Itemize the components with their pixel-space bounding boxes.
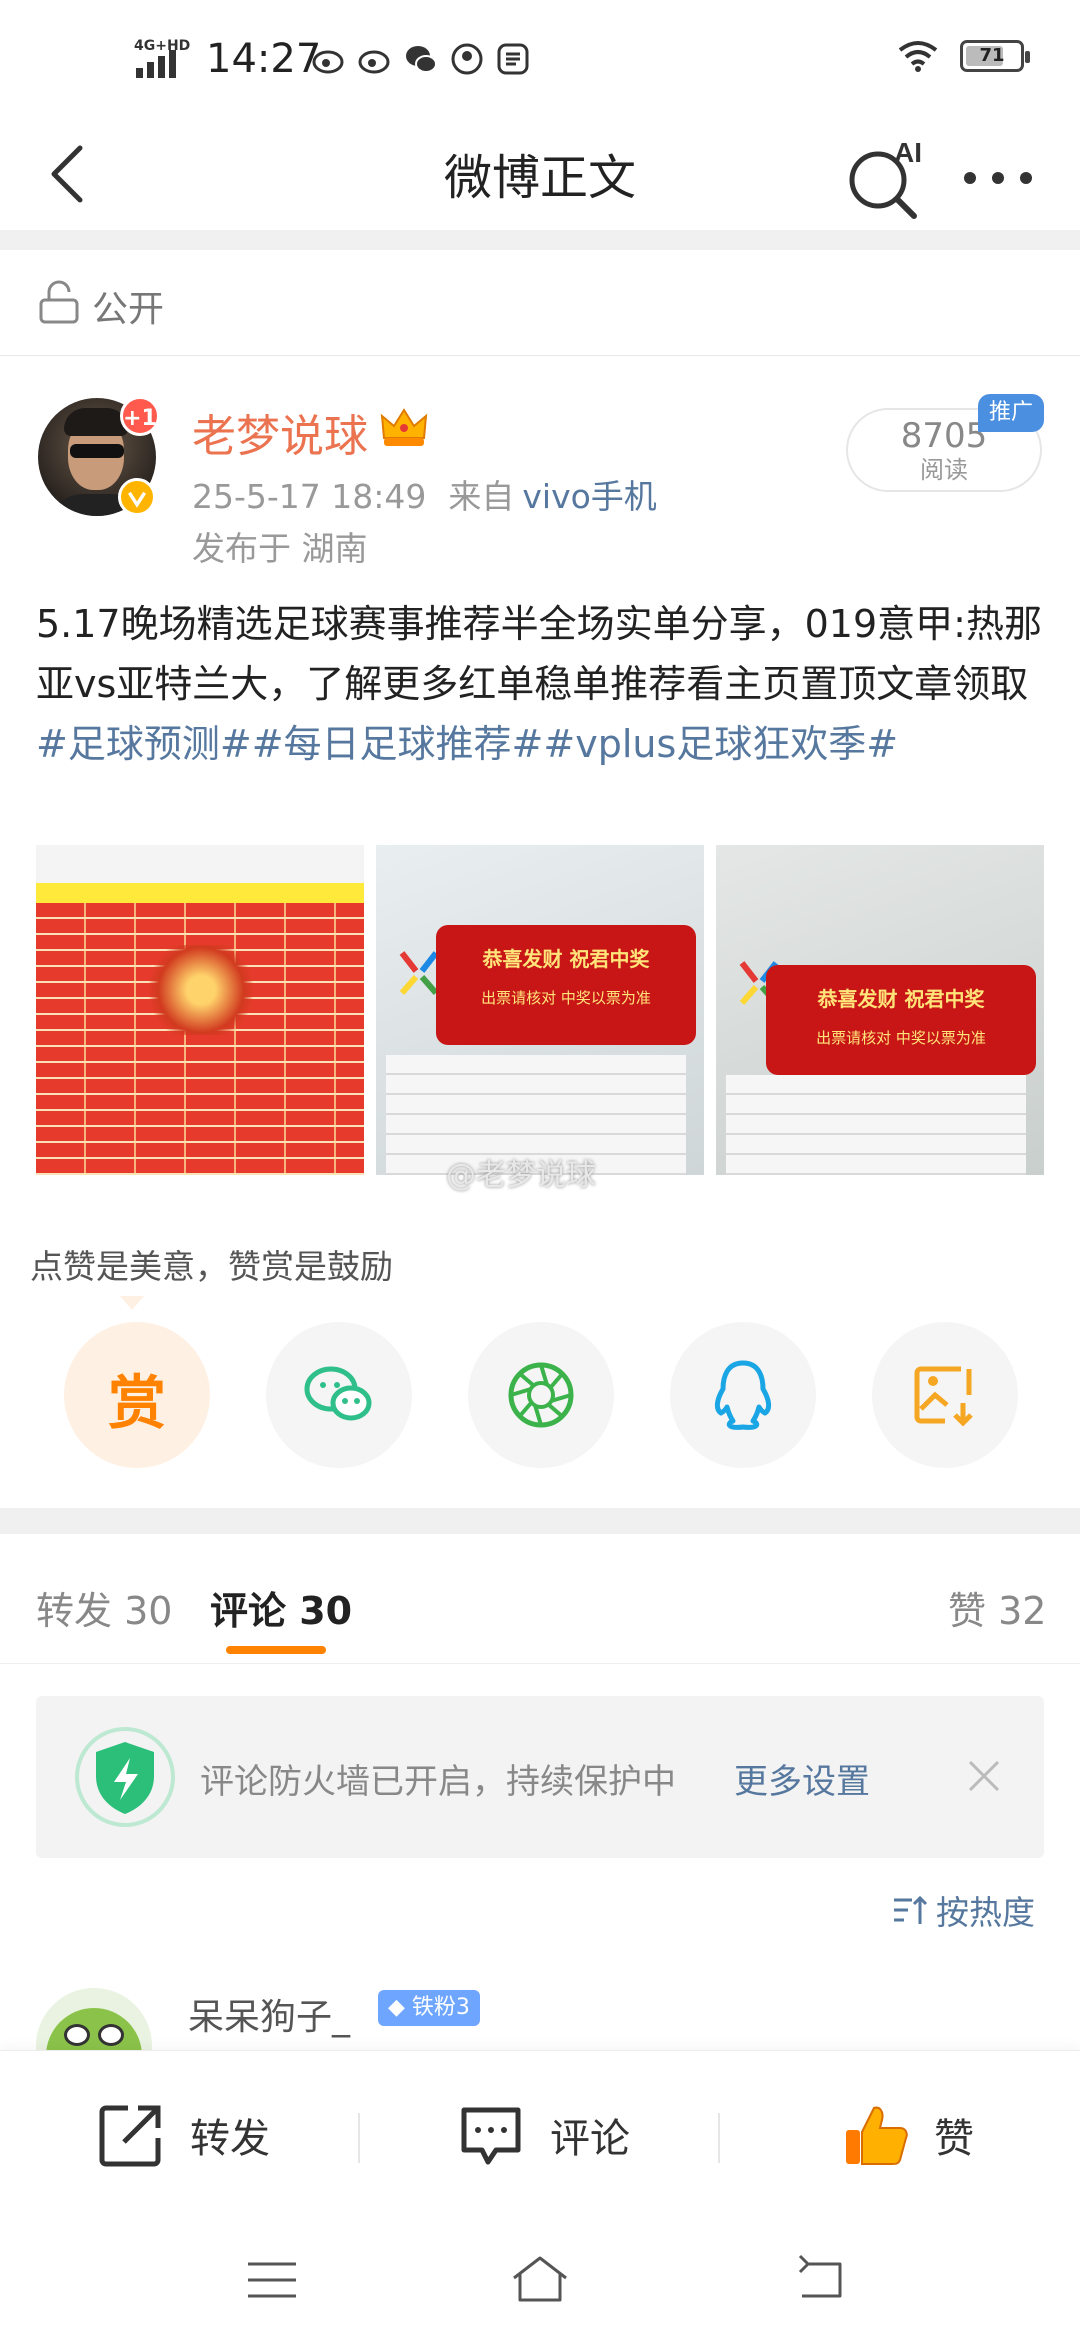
section-divider xyxy=(0,1508,1080,1534)
section-divider xyxy=(0,230,1080,250)
visibility-label: 公开 xyxy=(92,289,165,330)
sort-by-hot-button[interactable]: 按热度 xyxy=(890,1886,1035,1934)
unlock-icon xyxy=(39,280,79,324)
follow-count-badge: +1 xyxy=(120,396,160,436)
visibility-row: 公开 xyxy=(0,250,1080,356)
recent-apps-icon[interactable] xyxy=(242,2250,302,2310)
more-options-icon[interactable] xyxy=(956,148,1040,208)
firewall-text: 评论防火墙已开启，持续保护中 xyxy=(200,1762,676,1802)
ticket-line2: 出票请核对 中奖以票为准 xyxy=(481,989,651,1007)
ai-label: AI xyxy=(894,137,922,168)
author-name[interactable]: 老梦说球 xyxy=(192,400,368,464)
post-image-2[interactable]: 恭喜发财 祝君中奖 出票请核对 中奖以票为准 xyxy=(376,845,704,1175)
system-back-icon[interactable] xyxy=(790,2250,850,2310)
sort-icon xyxy=(894,1895,928,1924)
share-actions: 赏 xyxy=(0,1322,1080,1468)
weibo-notification-icon xyxy=(312,42,346,76)
post-text: 5.17晚场精选足球赛事推荐半全场实单分享，019意甲:热那亚vs亚特兰大，了解… xyxy=(36,602,1042,706)
top-nav-bar: 微博正文 AI xyxy=(0,118,1080,230)
source-prefix: 来自 xyxy=(448,477,515,516)
bottom-action-bar: 转发 评论 赞 xyxy=(0,2050,1080,2220)
moments-icon xyxy=(508,1362,574,1428)
post-timestamp: 25-5-17 18:49 xyxy=(192,477,427,516)
app-notification-icon xyxy=(496,42,530,76)
ticket-line1: 恭喜发财 祝君中奖 xyxy=(817,987,985,1011)
reward-prompt: 点赞是美意，赞赏是鼓励 xyxy=(30,1247,393,1286)
ai-search-icon[interactable]: AI xyxy=(840,130,930,220)
ticket-banner: 恭喜发财 祝君中奖 出票请核对 中奖以票为准 xyxy=(766,965,1036,1075)
wechat-notification-icon xyxy=(404,42,438,76)
fan-level-badge: ◆ 铁粉3 xyxy=(378,1990,480,2026)
tooltip-arrow-icon xyxy=(120,1296,144,1310)
home-icon[interactable] xyxy=(510,2250,570,2310)
commenter-name[interactable]: 呆呆狗子_ xyxy=(188,1988,350,2040)
promote-badge[interactable]: 推广 xyxy=(978,394,1044,432)
verified-icon xyxy=(118,478,156,516)
signal-indicator: 4G+HD xyxy=(134,38,196,78)
post-location: 发布于 湖南 xyxy=(192,529,368,568)
thumbs-up-icon xyxy=(846,2106,908,2165)
battery-percent: 71 xyxy=(979,45,1005,66)
hashtag-link[interactable]: #足球预测# xyxy=(36,722,252,766)
close-icon[interactable] xyxy=(966,1758,1002,1794)
tab-comment[interactable]: 评论 30 xyxy=(210,1580,352,1635)
clock: 14:27 xyxy=(206,36,322,82)
sort-label: 按热度 xyxy=(936,1893,1035,1932)
back-arrow-icon[interactable] xyxy=(34,136,110,212)
status-right: 71 xyxy=(898,40,1030,72)
qq-icon xyxy=(714,1360,772,1430)
ticket-line2: 出票请核对 中奖以票为准 xyxy=(816,1029,986,1047)
status-bar: 4G+HD 14:27 71 xyxy=(0,0,1080,118)
reward-icon: 赏 xyxy=(107,1369,166,1437)
share-qq-button[interactable] xyxy=(670,1322,816,1468)
tab-like[interactable]: 赞 32 xyxy=(948,1580,1046,1635)
comment-label: 评论 xyxy=(550,2116,630,2162)
image-watermark: @老梦说球 xyxy=(446,1158,596,1193)
comment-firewall-notice: 评论防火墙已开启，持续保护中 更多设置 xyxy=(36,1696,1044,1858)
repost-icon xyxy=(99,2105,161,2167)
read-label: 阅读 xyxy=(920,456,968,484)
active-tab-indicator xyxy=(226,1646,326,1654)
system-navigation-bar xyxy=(0,2220,1080,2340)
hashtag-link[interactable]: #vplus足球狂欢季# xyxy=(543,722,898,766)
save-image-icon xyxy=(914,1366,973,1427)
repost-label: 转发 xyxy=(190,2116,270,2162)
post-image-3[interactable]: 恭喜发财 祝君中奖 出票请核对 中奖以票为准 xyxy=(716,845,1044,1175)
share-wechat-button[interactable] xyxy=(266,1322,412,1468)
like-button[interactable]: 赞 xyxy=(840,2095,974,2175)
ticket-banner: 恭喜发财 祝君中奖 出票请核对 中奖以票为准 xyxy=(436,925,696,1045)
wechat-icon xyxy=(304,1366,372,1421)
notification-icons xyxy=(312,42,530,76)
ticket-line1: 恭喜发财 祝君中奖 xyxy=(482,947,650,971)
tab-repost[interactable]: 转发 30 xyxy=(36,1580,172,1635)
interaction-tabs: 转发 30 评论 30 赞 32 xyxy=(0,1534,1080,1664)
network-type: 4G+HD xyxy=(134,38,191,54)
battery-indicator: 71 xyxy=(960,40,1030,72)
wifi-icon xyxy=(898,41,938,72)
reward-button[interactable]: 赏 xyxy=(64,1322,210,1468)
post-body: 5.17晚场精选足球赛事推荐半全场实单分享，019意甲:热那亚vs亚特兰大，了解… xyxy=(36,594,1046,774)
source-device-link[interactable]: vivo手机 xyxy=(522,477,656,516)
comment-icon xyxy=(461,2107,521,2165)
share-moments-button[interactable] xyxy=(468,1322,614,1468)
post-image-1[interactable] xyxy=(36,845,364,1175)
fan-level-text: 铁粉3 xyxy=(411,1995,470,2020)
app-notification-icon xyxy=(450,42,484,76)
weibo-notification-icon xyxy=(358,42,392,76)
crown-icon xyxy=(380,408,428,446)
comment-button[interactable]: 评论 xyxy=(456,2095,630,2175)
repost-button[interactable]: 转发 xyxy=(96,2095,270,2175)
save-image-button[interactable] xyxy=(872,1322,1018,1468)
more-settings-link[interactable]: 更多设置 xyxy=(734,1754,870,1803)
like-label: 赞 xyxy=(934,2116,974,2162)
shield-icon xyxy=(75,1727,175,1827)
hashtag-link[interactable]: #每日足球推荐# xyxy=(252,722,544,766)
post-meta: 25-5-17 18:49 来自 vivo手机 xyxy=(192,470,657,518)
